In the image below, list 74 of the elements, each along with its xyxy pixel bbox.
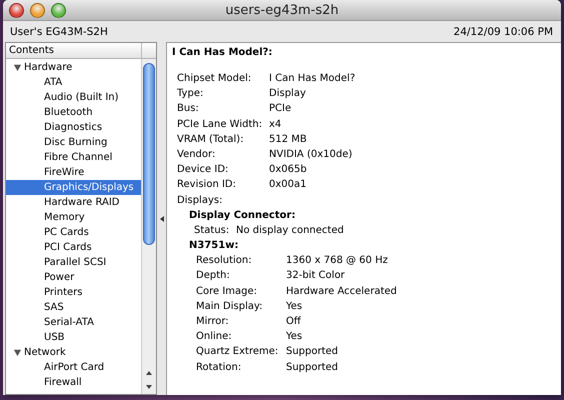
splitter-grip-icon[interactable] [160,216,164,222]
property-label: Type: [177,87,204,102]
tree-item[interactable]: Audio (Built In) [6,90,141,105]
property-value: Hardware Accelerated [286,284,398,299]
disclosure-triangle-icon[interactable] [13,63,22,72]
column-header: Contents [6,43,142,58]
scrollbar[interactable] [141,59,156,394]
property-value: 1360 x 768 @ 60 Hz [286,254,389,268]
tree-item[interactable]: Firewall [6,375,141,390]
tree-item[interactable]: Disc Burning [6,135,141,150]
close-button[interactable] [9,2,24,18]
property-label: Rotation: [196,360,242,375]
display-name: Display Connector: [188,208,296,223]
property-value: 0x065b [269,163,308,178]
tree-item[interactable]: SAS [6,300,141,315]
tree-item[interactable]: Diagnostics [6,120,141,135]
tree-item[interactable]: Power [6,270,141,285]
minimize-button[interactable] [30,2,45,18]
property-value: Yes [286,300,304,314]
property-value: No display connected [236,224,345,238]
window-title: users-eg43m-s2h [225,2,339,18]
property-label: Quartz Extreme: [196,345,280,360]
property-label: Core Image: [196,284,258,299]
tree-item[interactable]: Graphics/Displays [6,180,141,195]
tree-item[interactable]: PC Cards [6,225,141,240]
tree-group[interactable]: Network [6,345,141,360]
date-time: 24/12/09 10:06 PM [454,26,553,38]
disclosure-triangle-icon[interactable] [13,348,22,357]
group-label: Hardware [24,61,72,75]
property-label: Depth: [196,269,231,284]
property-label: Status: [194,224,230,238]
property-value: NVIDIA (0x10de) [269,148,354,162]
tree-item[interactable]: USB [6,330,141,345]
tree-item[interactable]: Hardware RAID [6,195,141,210]
tree-item[interactable]: Serial-ATA [6,315,141,330]
property-value: x4 [269,118,282,132]
scrollbar-thumb[interactable] [143,63,155,245]
property-value: Display [269,87,307,102]
property-value: Yes [286,330,304,344]
property-label: PCIe Lane Width: [177,118,264,132]
tree-item[interactable]: Printers [6,285,141,300]
property-value: I Can Has Model? [269,72,356,86]
property-value: 32-bit Color [286,269,346,284]
tree-item[interactable]: ATA [6,75,141,90]
property-label: Revision ID: [177,178,237,192]
tree-item[interactable]: Memory [6,210,141,225]
property-label: VRAM (Total): [177,132,245,147]
tree-item[interactable]: AirPort Card [6,360,141,375]
computer-name: User's EG43M-S2H [10,26,108,38]
detail-title: I Can Has Model?: [172,47,274,60]
property-label: Online: [196,330,233,344]
property-value: 512 MB [269,132,308,147]
property-label: Resolution: [196,254,253,268]
property-label: Chipset Model: [177,72,252,86]
property-label: Mirror: [196,315,230,329]
display-name: N3751w: [188,239,240,254]
property-value: 0x00a1 [269,178,308,192]
tree-item[interactable]: PCI Cards [6,240,141,255]
property-value: Off [286,315,302,329]
property-value: Supported [286,345,340,360]
tree-item[interactable]: Bluetooth [6,105,141,120]
group-label: Network [24,346,66,360]
property-label: Bus: [177,102,200,116]
zoom-button[interactable] [51,2,66,18]
tree-item[interactable]: FireWire [6,165,141,180]
tree-item[interactable]: Parallel SCSI [6,255,141,270]
property-label: Displays: [177,194,224,208]
property-label: Main Display: [196,300,264,314]
property-label: Device ID: [177,163,230,178]
property-value: Supported [286,360,340,375]
property-value: PCIe [269,102,292,116]
tree-group[interactable]: Hardware [6,60,141,75]
tree-item[interactable]: Fibre Channel [6,150,141,165]
property-label: Vendor: [177,148,216,162]
